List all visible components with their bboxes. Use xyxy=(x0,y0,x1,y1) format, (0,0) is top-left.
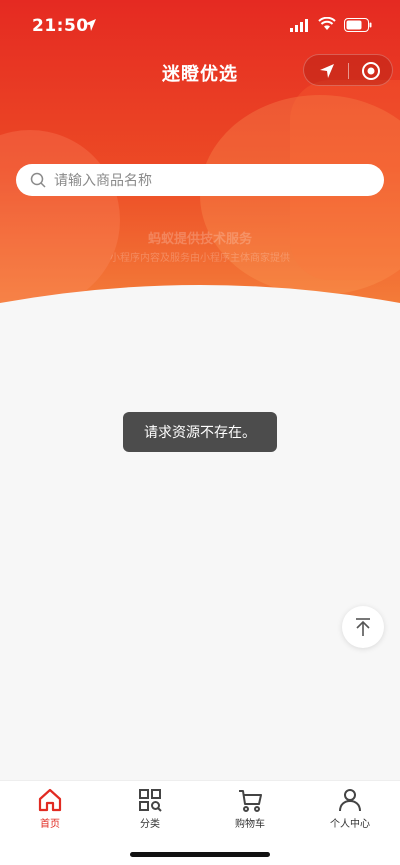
cart-icon xyxy=(239,790,262,812)
watermark-line1: 蚂蚁提供技术服务 xyxy=(147,232,252,247)
capsule-divider xyxy=(348,63,349,79)
signal-icon xyxy=(290,19,308,32)
home-indicator xyxy=(130,852,270,857)
battery-icon xyxy=(344,18,372,32)
back-to-top-icon xyxy=(356,618,370,636)
tab-profile[interactable]: 个人中心 xyxy=(300,787,400,830)
header-curve xyxy=(0,285,400,310)
wifi-icon xyxy=(318,17,336,30)
status-time: 21:50 xyxy=(32,16,89,36)
close-target-icon[interactable] xyxy=(361,61,381,81)
tab-category[interactable]: 分类 xyxy=(100,787,200,830)
category-icon xyxy=(139,789,162,812)
status-bar: 21:50 xyxy=(0,0,400,50)
user-icon xyxy=(339,789,361,812)
tab-label: 首页 xyxy=(40,819,60,830)
search-input[interactable]: 请输入商品名称 xyxy=(16,164,384,196)
search-icon xyxy=(30,172,46,188)
tab-label: 个人中心 xyxy=(330,819,370,830)
home-icon xyxy=(38,788,62,812)
toast-message: 请求资源不存在。 xyxy=(123,412,277,452)
tab-cart[interactable]: 购物车 xyxy=(200,787,300,830)
location-arrow-icon xyxy=(84,19,96,31)
back-to-top-button[interactable] xyxy=(342,606,384,648)
tab-label: 购物车 xyxy=(235,819,265,830)
location-button-icon[interactable] xyxy=(318,62,336,80)
mini-program-capsule xyxy=(303,54,393,86)
search-placeholder: 请输入商品名称 xyxy=(54,173,152,189)
watermark-line2: 小程序内容及服务由小程序主体商家提供 xyxy=(110,253,290,264)
tab-home[interactable]: 首页 xyxy=(0,787,100,830)
tab-label: 分类 xyxy=(140,819,160,830)
